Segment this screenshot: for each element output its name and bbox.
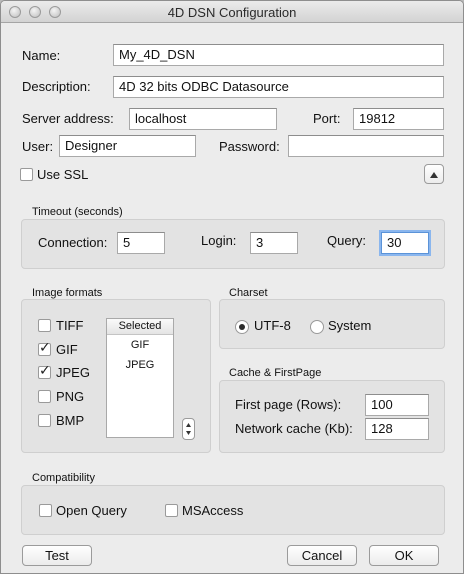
name-field[interactable]: My_4D_DSN [113, 44, 444, 66]
connection-timeout-field[interactable]: 5 [117, 232, 165, 254]
list-item[interactable]: JPEG [107, 359, 173, 371]
connection-label: Connection: [38, 235, 108, 250]
use-ssl-label: Use SSL [37, 167, 89, 182]
server-address-field[interactable]: localhost [129, 108, 277, 130]
bmp-label: BMP [56, 413, 85, 428]
port-label: Port: [313, 111, 341, 126]
user-field[interactable]: Designer [59, 135, 196, 157]
compatibility-group: Open Query MSAccess [21, 485, 445, 535]
port-field[interactable]: 19812 [353, 108, 444, 130]
dsn-config-window: 4D DSN Configuration Name: My_4D_DSN Des… [0, 0, 464, 574]
triangle-up-icon [430, 172, 438, 178]
server-address-label: Server address: [22, 111, 114, 126]
compatibility-group-title: Compatibility [32, 472, 95, 484]
cache-group: First page (Rows): 100 Network cache (Kb… [219, 380, 445, 453]
first-page-field[interactable]: 100 [365, 394, 429, 416]
jpeg-label: JPEG [56, 365, 90, 380]
password-field[interactable] [288, 135, 444, 157]
image-formats-group-title: Image formats [32, 287, 103, 299]
png-checkbox[interactable] [38, 390, 51, 403]
utf8-radio[interactable] [235, 320, 249, 334]
name-label: Name: [22, 48, 61, 63]
open-query-label: Open Query [56, 503, 127, 518]
description-field[interactable]: 4D 32 bits ODBC Datasource [113, 76, 444, 98]
system-label: System [328, 318, 372, 333]
test-button[interactable]: Test [22, 545, 92, 566]
user-label: User: [22, 139, 54, 154]
list-item[interactable]: GIF [107, 339, 173, 351]
msaccess-checkbox[interactable] [165, 504, 178, 517]
use-ssl-checkbox[interactable] [20, 168, 33, 181]
login-timeout-field[interactable]: 3 [250, 232, 298, 254]
gif-checkbox[interactable] [38, 340, 51, 356]
gif-label: GIF [56, 342, 78, 357]
bmp-checkbox[interactable] [38, 414, 51, 427]
tiff-label: TIFF [56, 318, 84, 333]
image-formats-group: TIFF GIF JPEG PNG BMP Selected GIF JPEG [21, 299, 211, 453]
query-label: Query: [327, 233, 367, 248]
open-query-checkbox[interactable] [39, 504, 52, 517]
title-bar: 4D DSN Configuration [1, 1, 463, 23]
ok-button[interactable]: OK [369, 545, 439, 566]
png-label: PNG [56, 389, 85, 404]
network-cache-label: Network cache (Kb): [235, 421, 353, 436]
tiff-checkbox[interactable] [38, 319, 51, 332]
cache-group-title: Cache & FirstPage [229, 367, 322, 379]
jpeg-checkbox[interactable] [38, 363, 51, 379]
utf8-label: UTF-8 [254, 318, 291, 333]
selected-list-header: Selected [107, 319, 173, 335]
first-page-label: First page (Rows): [235, 397, 342, 412]
password-label: Password: [219, 139, 280, 154]
up-down-arrows-icon [186, 423, 191, 435]
login-label: Login: [201, 233, 237, 248]
charset-group: UTF-8 System [219, 299, 445, 349]
charset-group-title: Charset [229, 287, 268, 299]
list-order-stepper[interactable] [182, 418, 195, 440]
cancel-button[interactable]: Cancel [287, 545, 357, 566]
window-title: 4D DSN Configuration [167, 5, 297, 20]
msaccess-label: MSAccess [182, 503, 244, 518]
timeout-group-title: Timeout (seconds) [32, 206, 123, 218]
collapse-button[interactable] [424, 164, 444, 184]
selected-formats-list[interactable]: Selected GIF JPEG [106, 318, 174, 438]
query-timeout-field[interactable]: 30 [381, 232, 429, 254]
timeout-group: Connection: 5 Login: 3 Query: 30 [21, 219, 445, 269]
system-radio[interactable] [310, 320, 324, 334]
network-cache-field[interactable]: 128 [365, 418, 429, 440]
description-label: Description: [22, 79, 91, 94]
